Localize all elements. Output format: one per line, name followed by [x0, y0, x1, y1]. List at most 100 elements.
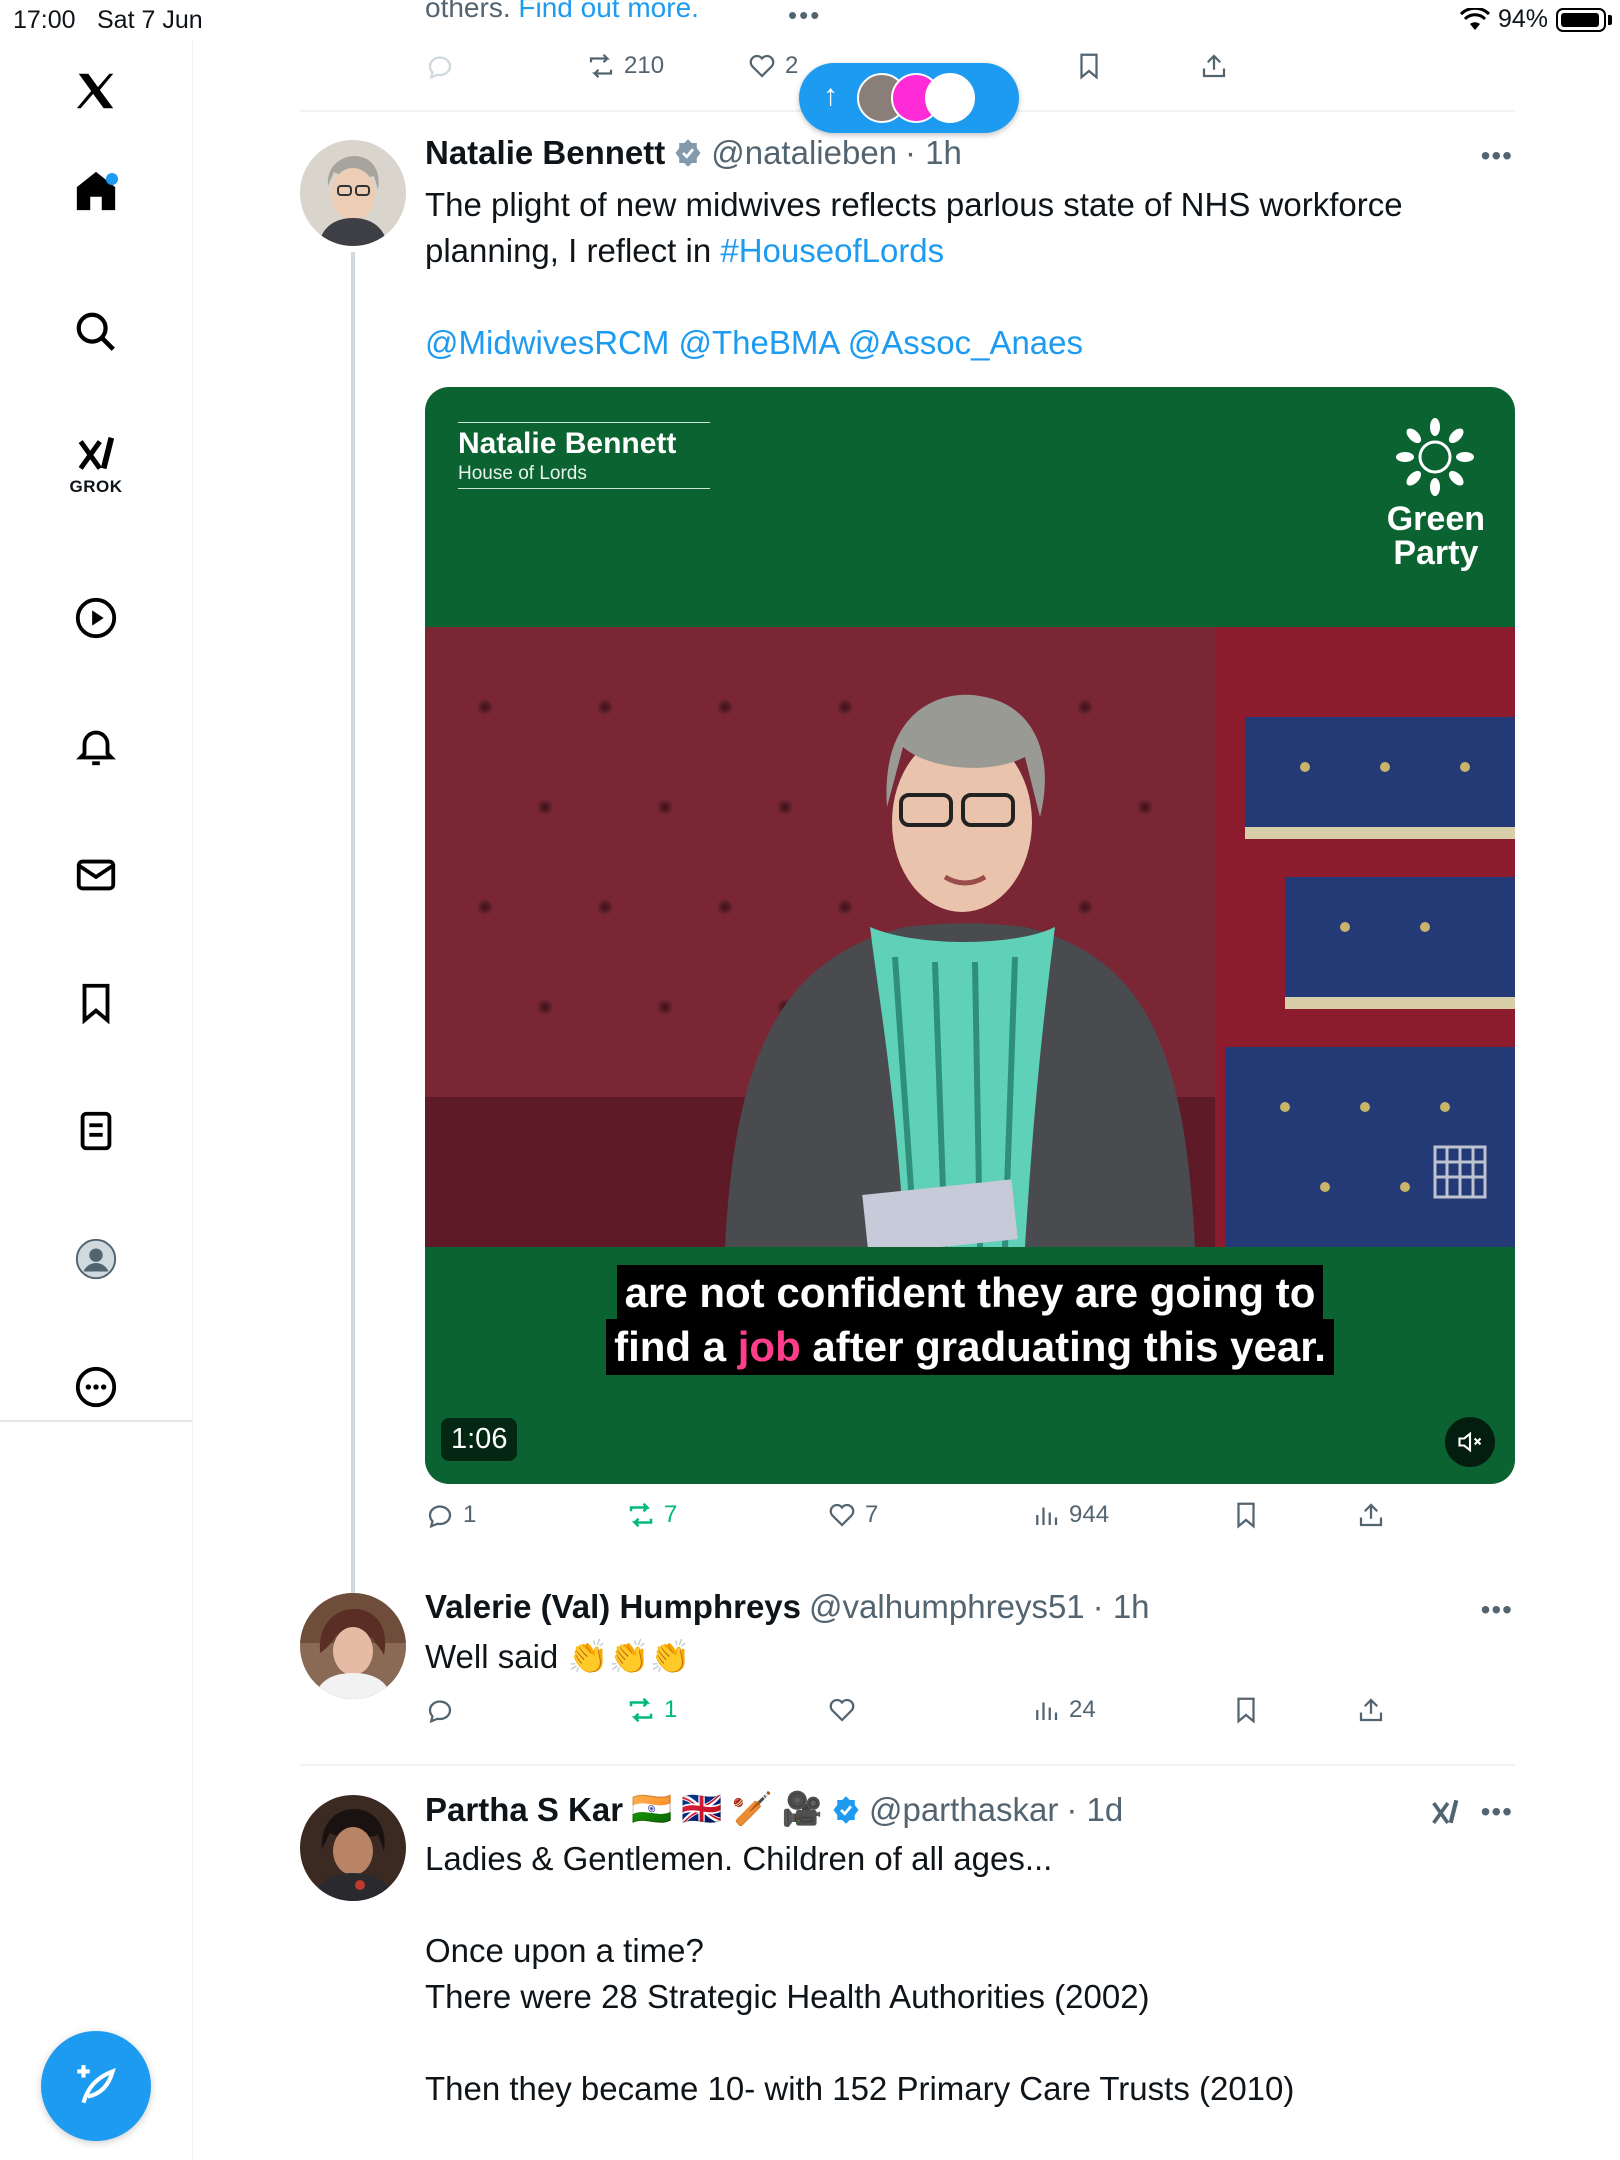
compose-button[interactable]: [41, 2031, 151, 2141]
status-time: 17:00: [13, 6, 76, 34]
like-count: 7: [865, 1501, 879, 1528]
tweet-header: Valerie (Val) Humphreys @valhumphreys51 …: [425, 1588, 1150, 1626]
more-options-button[interactable]: •••: [1481, 1594, 1513, 1626]
share-button[interactable]: [1356, 1695, 1386, 1725]
author-handle[interactable]: @natalieben: [711, 134, 897, 172]
author-name[interactable]: Natalie Bennett: [425, 134, 665, 172]
tweet-text: Well said 👏👏👏: [425, 1638, 691, 1675]
avatar[interactable]: [300, 1795, 406, 1901]
green-party-logo-text: Green Party: [1387, 502, 1485, 570]
grok-icon[interactable]: [66, 425, 126, 485]
author-name[interactable]: Partha S Kar: [425, 1791, 623, 1829]
views-button[interactable]: 24: [1031, 1695, 1096, 1725]
author-name-emojis: 🇮🇳 🇬🇧 🏏 🎥: [631, 1790, 823, 1827]
tweet-line: There were 28 Strategic Health Authoriti…: [425, 1978, 1150, 2015]
mail-icon[interactable]: [66, 845, 126, 905]
repost-count: 210: [624, 52, 665, 79]
battery-icon: [1556, 7, 1606, 32]
video-caption-line1: are not confident they are going to: [425, 1265, 1515, 1321]
compose-feather-icon: [77, 2065, 116, 2104]
like-button[interactable]: [827, 1695, 857, 1725]
like-button[interactable]: 7: [827, 1500, 878, 1530]
like-button[interactable]: 2: [747, 51, 798, 81]
bookmark-icon[interactable]: [66, 973, 126, 1033]
bookmark-icon: [1237, 1502, 1255, 1529]
verified-icon: [675, 139, 701, 167]
home-notification-dot: [106, 173, 118, 185]
new-posts-pill[interactable]: ↑: [799, 63, 1019, 133]
author-handle[interactable]: @parthaskar: [869, 1791, 1058, 1829]
video-player[interactable]: Natalie Bennett House of Lords Green Par…: [425, 387, 1515, 1484]
battery-tip: [1608, 14, 1612, 25]
mentions-link[interactable]: @MidwivesRCM @TheBMA @Assoc_Anaes: [425, 320, 1505, 366]
repost-button[interactable]: 7: [626, 1500, 677, 1530]
sidebar-divider: [0, 1420, 192, 1422]
timeline: others. Find out more. ••• 210 2 Natalie…: [300, 0, 1515, 2160]
sidebar: GROK: [0, 40, 193, 2160]
heart-icon: [829, 1698, 855, 1722]
video-frame: [425, 627, 1515, 1247]
bookmark-button[interactable]: [1231, 1695, 1261, 1725]
caption-part-a: find a: [614, 1323, 727, 1370]
bookmark-button[interactable]: [1074, 51, 1104, 81]
author-name[interactable]: Valerie (Val) Humphreys: [425, 1588, 801, 1626]
tweet-header: Natalie Bennett @natalieben · 1h: [425, 134, 962, 172]
share-button[interactable]: [1199, 51, 1229, 81]
mute-button[interactable]: [1445, 1417, 1495, 1467]
search-icon[interactable]: [66, 302, 126, 362]
video-duration: 1:06: [441, 1418, 518, 1461]
logo-line2: Party: [1393, 534, 1479, 572]
speaker-muted-icon: [1458, 1431, 1482, 1453]
repost-count: 7: [664, 1501, 678, 1528]
thread-line: [351, 252, 355, 1597]
x-logo-icon[interactable]: [66, 61, 126, 121]
tweet-line: Then they became 10- with 152 Primary Ca…: [425, 2070, 1295, 2107]
reply-icon: [428, 56, 452, 80]
reply-button[interactable]: [425, 51, 455, 81]
verified-icon: [833, 1795, 859, 1824]
reply-button[interactable]: 1: [425, 1500, 476, 1530]
more-options-button[interactable]: •••: [1481, 1796, 1513, 1828]
tweet-time: · 1d: [1066, 1790, 1124, 1828]
caption-part-b: after graduating this year.: [812, 1323, 1326, 1370]
views-button[interactable]: 944: [1031, 1500, 1109, 1530]
page-dots: •••: [788, 0, 822, 30]
separator: [300, 1764, 1515, 1766]
video-icon[interactable]: [66, 588, 126, 648]
repost-count: 1: [664, 1696, 678, 1723]
repost-button[interactable]: 1: [626, 1695, 677, 1725]
avatar[interactable]: [300, 1593, 406, 1699]
bookmark-button[interactable]: [1231, 1500, 1261, 1530]
repost-icon: [629, 1502, 653, 1528]
home-icon[interactable]: [66, 161, 126, 221]
avatar[interactable]: [300, 140, 406, 246]
profile-icon[interactable]: [66, 1229, 126, 1289]
bell-icon[interactable]: [66, 716, 126, 776]
find-out-more-link[interactable]: Find out more.: [518, 0, 699, 23]
more-icon[interactable]: [66, 1357, 126, 1417]
video-caption-line2: find a job after graduating this year.: [425, 1319, 1515, 1375]
list-icon[interactable]: [66, 1101, 126, 1161]
views-count: 944: [1069, 1501, 1110, 1528]
tweet-header: Partha S Kar 🇮🇳 🇬🇧 🏏 🎥 @parthaskar · 1d: [425, 1790, 1123, 1829]
analytics-icon: [1036, 1702, 1058, 1720]
heart-icon: [749, 54, 775, 78]
share-button[interactable]: [1356, 1500, 1386, 1530]
reply-button[interactable]: [425, 1695, 455, 1725]
reply-icon: [428, 1505, 452, 1529]
like-count: 2: [785, 52, 799, 79]
grok-label: GROK: [69, 477, 123, 496]
views-count: 24: [1069, 1696, 1096, 1723]
pill-avatar: [925, 73, 975, 123]
video-speaker-name: Natalie Bennett: [458, 427, 677, 460]
author-handle[interactable]: @valhumphreys51: [809, 1588, 1085, 1626]
caption-text-2: find a job after graduating this year.: [606, 1319, 1334, 1375]
hashtag-link[interactable]: #HouseofLords: [720, 232, 944, 269]
repost-icon: [589, 53, 613, 79]
more-options-button[interactable]: •••: [1481, 140, 1513, 172]
analytics-icon: [1036, 1507, 1058, 1525]
grok-icon[interactable]: [1428, 1796, 1462, 1830]
tweet-text: The plight of new midwives reflects parl…: [425, 182, 1505, 274]
green-party-logo-icon: [1396, 418, 1474, 496]
repost-button[interactable]: 210: [586, 51, 664, 81]
